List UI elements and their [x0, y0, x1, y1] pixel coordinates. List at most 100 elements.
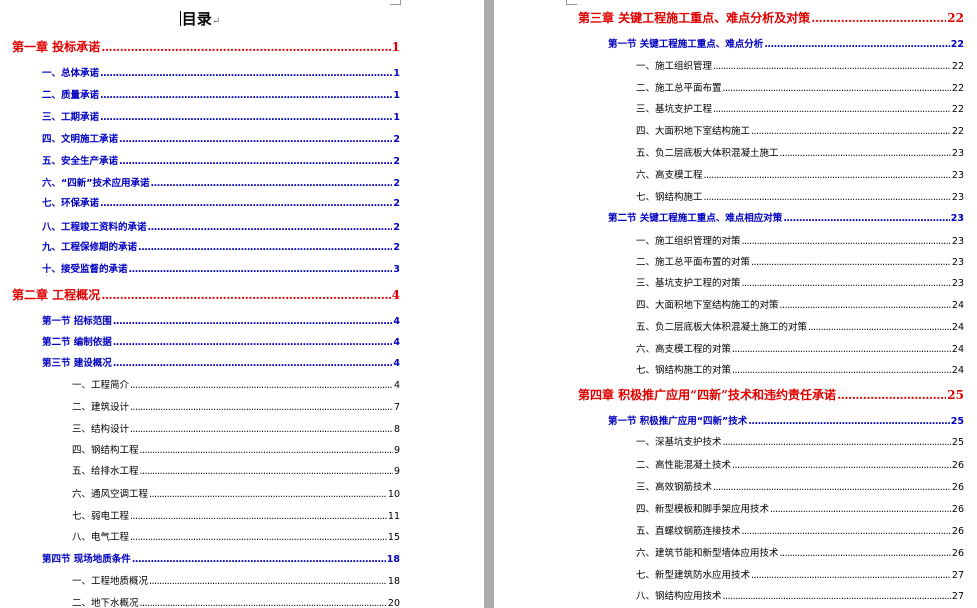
toc-entry-subsection[interactable]: 一、工程地质概况 18: [72, 573, 400, 587]
toc-leader-dots: [742, 278, 951, 289]
toc-page-number: 1: [393, 68, 400, 79]
document-page-left[interactable]: 目录↵ 第一章 投标承诺 1 一、总体承诺 1 二、质量承诺 1 三、工期承诺 1 四、文明施工…: [0, 0, 484, 608]
toc-entry-subsection[interactable]: 五、负二层底板大体积混凝土施工的对策 24: [636, 319, 964, 333]
toc-page-number: 25: [950, 416, 964, 427]
toc-page-number: 2: [393, 198, 400, 209]
toc-entry-section[interactable]: 第四节 现场地质条件 18: [42, 551, 400, 565]
toc-entry-subsection[interactable]: 五、给排水工程 9: [72, 463, 400, 477]
toc-entry-subsection[interactable]: 四、钢结构工程 9: [72, 442, 400, 456]
toc-entry-subsection[interactable]: 一、施工组织管理 22: [636, 58, 964, 72]
toc-entry-subsection[interactable]: 五、负二层底板大体积混凝土施工 23: [636, 145, 964, 159]
toc-page-number: 11: [387, 511, 400, 522]
toc-leader-dots: [723, 437, 951, 448]
toc-entry-section[interactable]: 六、“四新”技术应用承诺 2: [42, 175, 400, 189]
toc-entry-title: 五、安全生产承诺: [42, 156, 119, 167]
toc-entry-section[interactable]: 第一节 关键工程施工重点、难点分析 22: [608, 36, 964, 50]
toc-entry-section[interactable]: 二、质量承诺 1: [42, 87, 400, 101]
toc-entry-subsection[interactable]: 六、通风空调工程 10: [72, 486, 400, 500]
toc-leader-dots: [704, 192, 951, 203]
crop-mark: [390, 0, 401, 5]
toc-leader-dots: [713, 61, 951, 72]
toc-leader-dots: [780, 300, 951, 311]
toc-entry-subsection[interactable]: 一、深基坑支护技术 25: [636, 434, 964, 448]
toc-entry-title: 十、接受监督的承诺: [42, 264, 128, 275]
toc-entry-chapter[interactable]: 第一章 投标承诺 1: [12, 38, 400, 55]
toc-entry-title: 三、基坑支护工程: [636, 104, 713, 115]
toc-entry-subsection[interactable]: 一、工程简介 4: [72, 377, 400, 391]
toc-entry-section[interactable]: 三、工期承诺 1: [42, 109, 400, 123]
toc-entry-subsection[interactable]: 三、高效钢筋技术 26: [636, 479, 964, 493]
toc-entry-section[interactable]: 八、工程竣工资料的承诺 2: [42, 219, 400, 233]
toc-page-number: 2: [393, 156, 400, 167]
toc-entry-subsection[interactable]: 三、结构设计 8: [72, 421, 400, 435]
toc-page-number: 4: [393, 337, 400, 348]
toc-entry-section[interactable]: 第一节 招标范围 4: [42, 313, 400, 327]
toc-leader-dots: [149, 576, 387, 587]
paragraph-mark: ↵: [211, 16, 221, 27]
toc-entry-section[interactable]: 第二节 编制依据 4: [42, 334, 400, 348]
toc-page-number: 26: [951, 460, 964, 471]
toc-page-number: 8: [393, 424, 400, 435]
crop-mark: [566, 0, 577, 5]
toc-entry-subsection[interactable]: 八、钢结构应用技术 27: [636, 588, 964, 602]
toc-leader-dots: [101, 40, 390, 54]
toc-entry-subsection[interactable]: 二、高性能混凝土技术 26: [636, 457, 964, 471]
toc-entry-subsection[interactable]: 七、钢结构施工的对策 24: [636, 362, 964, 376]
toc-entry-title: 第四节 现场地质条件: [42, 554, 131, 565]
toc-entry-subsection[interactable]: 四、新型模板和脚手架应用技术 26: [636, 501, 964, 515]
toc-entry-subsection[interactable]: 二、建筑设计 7: [72, 399, 400, 413]
toc-entry-title: 八、电气工程: [72, 532, 130, 543]
toc-leader-dots: [764, 39, 949, 50]
toc-entry-subsection[interactable]: 三、基坑支护工程的对策 23: [636, 275, 964, 289]
toc-entry-section[interactable]: 一、总体承诺 1: [42, 65, 400, 79]
toc-entry-title: 五、负二层底板大体积混凝土施工: [636, 148, 779, 159]
toc-entry-subsection[interactable]: 六、建筑节能和新型墙体应用技术 26: [636, 545, 964, 559]
toc-entry-section[interactable]: 九、工程保修期的承诺 2: [42, 239, 400, 253]
toc-entry-title: 四、大面积地下室结构施工: [636, 126, 751, 137]
toc-leader-dots: [149, 489, 387, 500]
document-page-right[interactable]: 第三章 关键工程施工重点、难点分析及对策 22 第一节 关键工程施工重点、难点分析 2…: [494, 0, 977, 608]
toc-entry-subsection[interactable]: 四、大面积地下室结构施工的对策 24: [636, 297, 964, 311]
toc-entry-section[interactable]: 七、环保承诺 2: [42, 195, 400, 209]
toc-entry-chapter[interactable]: 第三章 关键工程施工重点、难点分析及对策 22: [578, 9, 964, 26]
toc-entry-title: 第一章 投标承诺: [12, 40, 101, 54]
toc-entry-section[interactable]: 五、安全生产承诺 2: [42, 153, 400, 167]
toc-page-number: 15: [387, 532, 400, 543]
toc-entry-subsection[interactable]: 四、大面积地下室结构施工 22: [636, 123, 964, 137]
toc-entry-title: 五、直螺纹钢筋连接技术: [636, 526, 741, 537]
toc-entry-title: 五、给排水工程: [72, 466, 139, 477]
toc-entry-subsection[interactable]: 七、弱电工程 11: [72, 508, 400, 522]
toc-entry-subsection[interactable]: 三、基坑支护工程 22: [636, 101, 964, 115]
toc-page-number: 23: [951, 170, 964, 181]
toc-leader-dots: [713, 104, 951, 115]
toc-entry-subsection[interactable]: 六、高支模工程 23: [636, 167, 964, 181]
toc-entry-subsection[interactable]: 七、新型建筑防水应用技术 27: [636, 567, 964, 581]
toc-leader-dots: [130, 511, 387, 522]
toc-page-number: 22: [951, 83, 964, 94]
toc-entry-subsection[interactable]: 一、施工组织管理的对策 23: [636, 233, 964, 247]
toc-entry-title: 二、高性能混凝土技术: [636, 460, 732, 471]
toc-entry-section[interactable]: 第一节 积极推广应用“四新”技术 25: [608, 413, 964, 427]
toc-entry-subsection[interactable]: 二、地下水概况 20: [72, 595, 400, 608]
toc-entry-section[interactable]: 第二节 关键工程施工重点、难点相应对策 23: [608, 210, 964, 224]
toc-leader-dots: [770, 504, 951, 515]
text-cursor: [179, 11, 181, 26]
toc-leader-dots: [101, 288, 390, 302]
toc-heading-text: 目录: [181, 10, 212, 28]
toc-entry-chapter[interactable]: 第二章 工程概况 4: [12, 286, 400, 303]
toc-page-number: 25: [947, 388, 964, 402]
toc-entry-title: 四、新型模板和脚手架应用技术: [636, 504, 770, 515]
toc-leader-dots: [100, 68, 392, 79]
toc-entry-subsection[interactable]: 七、钢结构施工 23: [636, 189, 964, 203]
toc-entry-subsection[interactable]: 二、施工总平面布置 22: [636, 80, 964, 94]
toc-leader-dots: [100, 198, 392, 209]
toc-entry-section[interactable]: 四、文明施工承诺 2: [42, 131, 400, 145]
toc-entry-subsection[interactable]: 五、直螺纹钢筋连接技术 26: [636, 523, 964, 537]
toc-entry-chapter[interactable]: 第四章 积极推广应用“四新”技术和违约责任承诺 25: [578, 386, 964, 403]
toc-entry-subsection[interactable]: 八、电气工程 15: [72, 529, 400, 543]
toc-entry-subsection[interactable]: 六、高支模工程的对策 24: [636, 341, 964, 355]
toc-entry-section[interactable]: 十、接受监督的承诺 3: [42, 261, 400, 275]
toc-entry-section[interactable]: 第三节 建设概况 4: [42, 355, 400, 369]
toc-entry-subsection[interactable]: 二、施工总平面布置的对策 23: [636, 254, 964, 268]
toc-leader-dots: [132, 554, 386, 565]
